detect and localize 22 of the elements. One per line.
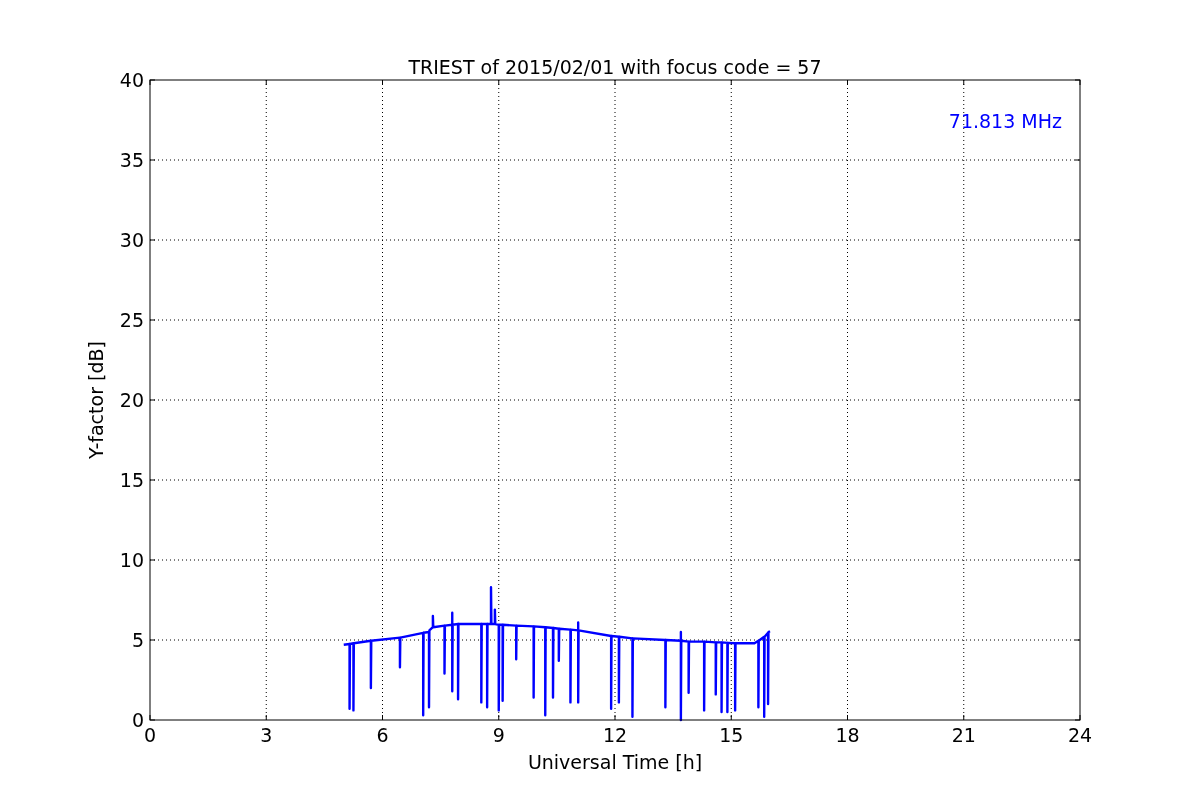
y-tick-label: 0: [131, 709, 144, 731]
x-tick-label: 0: [143, 724, 157, 746]
y-tick-label: 25: [119, 309, 144, 331]
y-tick-label: 40: [119, 69, 144, 91]
y-tick-label: 30: [119, 229, 144, 251]
x-tick-label: 3: [260, 724, 273, 746]
y-tick-label: 15: [119, 469, 144, 491]
series-label: 71.813 MHz: [948, 110, 1062, 132]
x-tick-label: 18: [835, 724, 860, 746]
x-axis-label: Universal Time [h]: [527, 751, 703, 773]
chart-title: TRIEST of 2015/02/01 with focus code = 57: [408, 56, 822, 78]
y-tick-label: 35: [119, 149, 144, 171]
y-tick-label: 20: [119, 389, 144, 411]
y-tick-label: 5: [131, 629, 144, 651]
x-tick-label: 6: [376, 724, 389, 746]
x-tick-label: 15: [719, 724, 744, 746]
y-axis-label: Y-factor [dB]: [85, 341, 107, 459]
x-tick-label: 21: [951, 724, 976, 746]
x-tick-label: 12: [602, 724, 628, 746]
x-tick-label: 24: [1067, 724, 1093, 746]
x-tick-label: 9: [492, 724, 505, 746]
y-tick-label: 10: [119, 549, 144, 571]
